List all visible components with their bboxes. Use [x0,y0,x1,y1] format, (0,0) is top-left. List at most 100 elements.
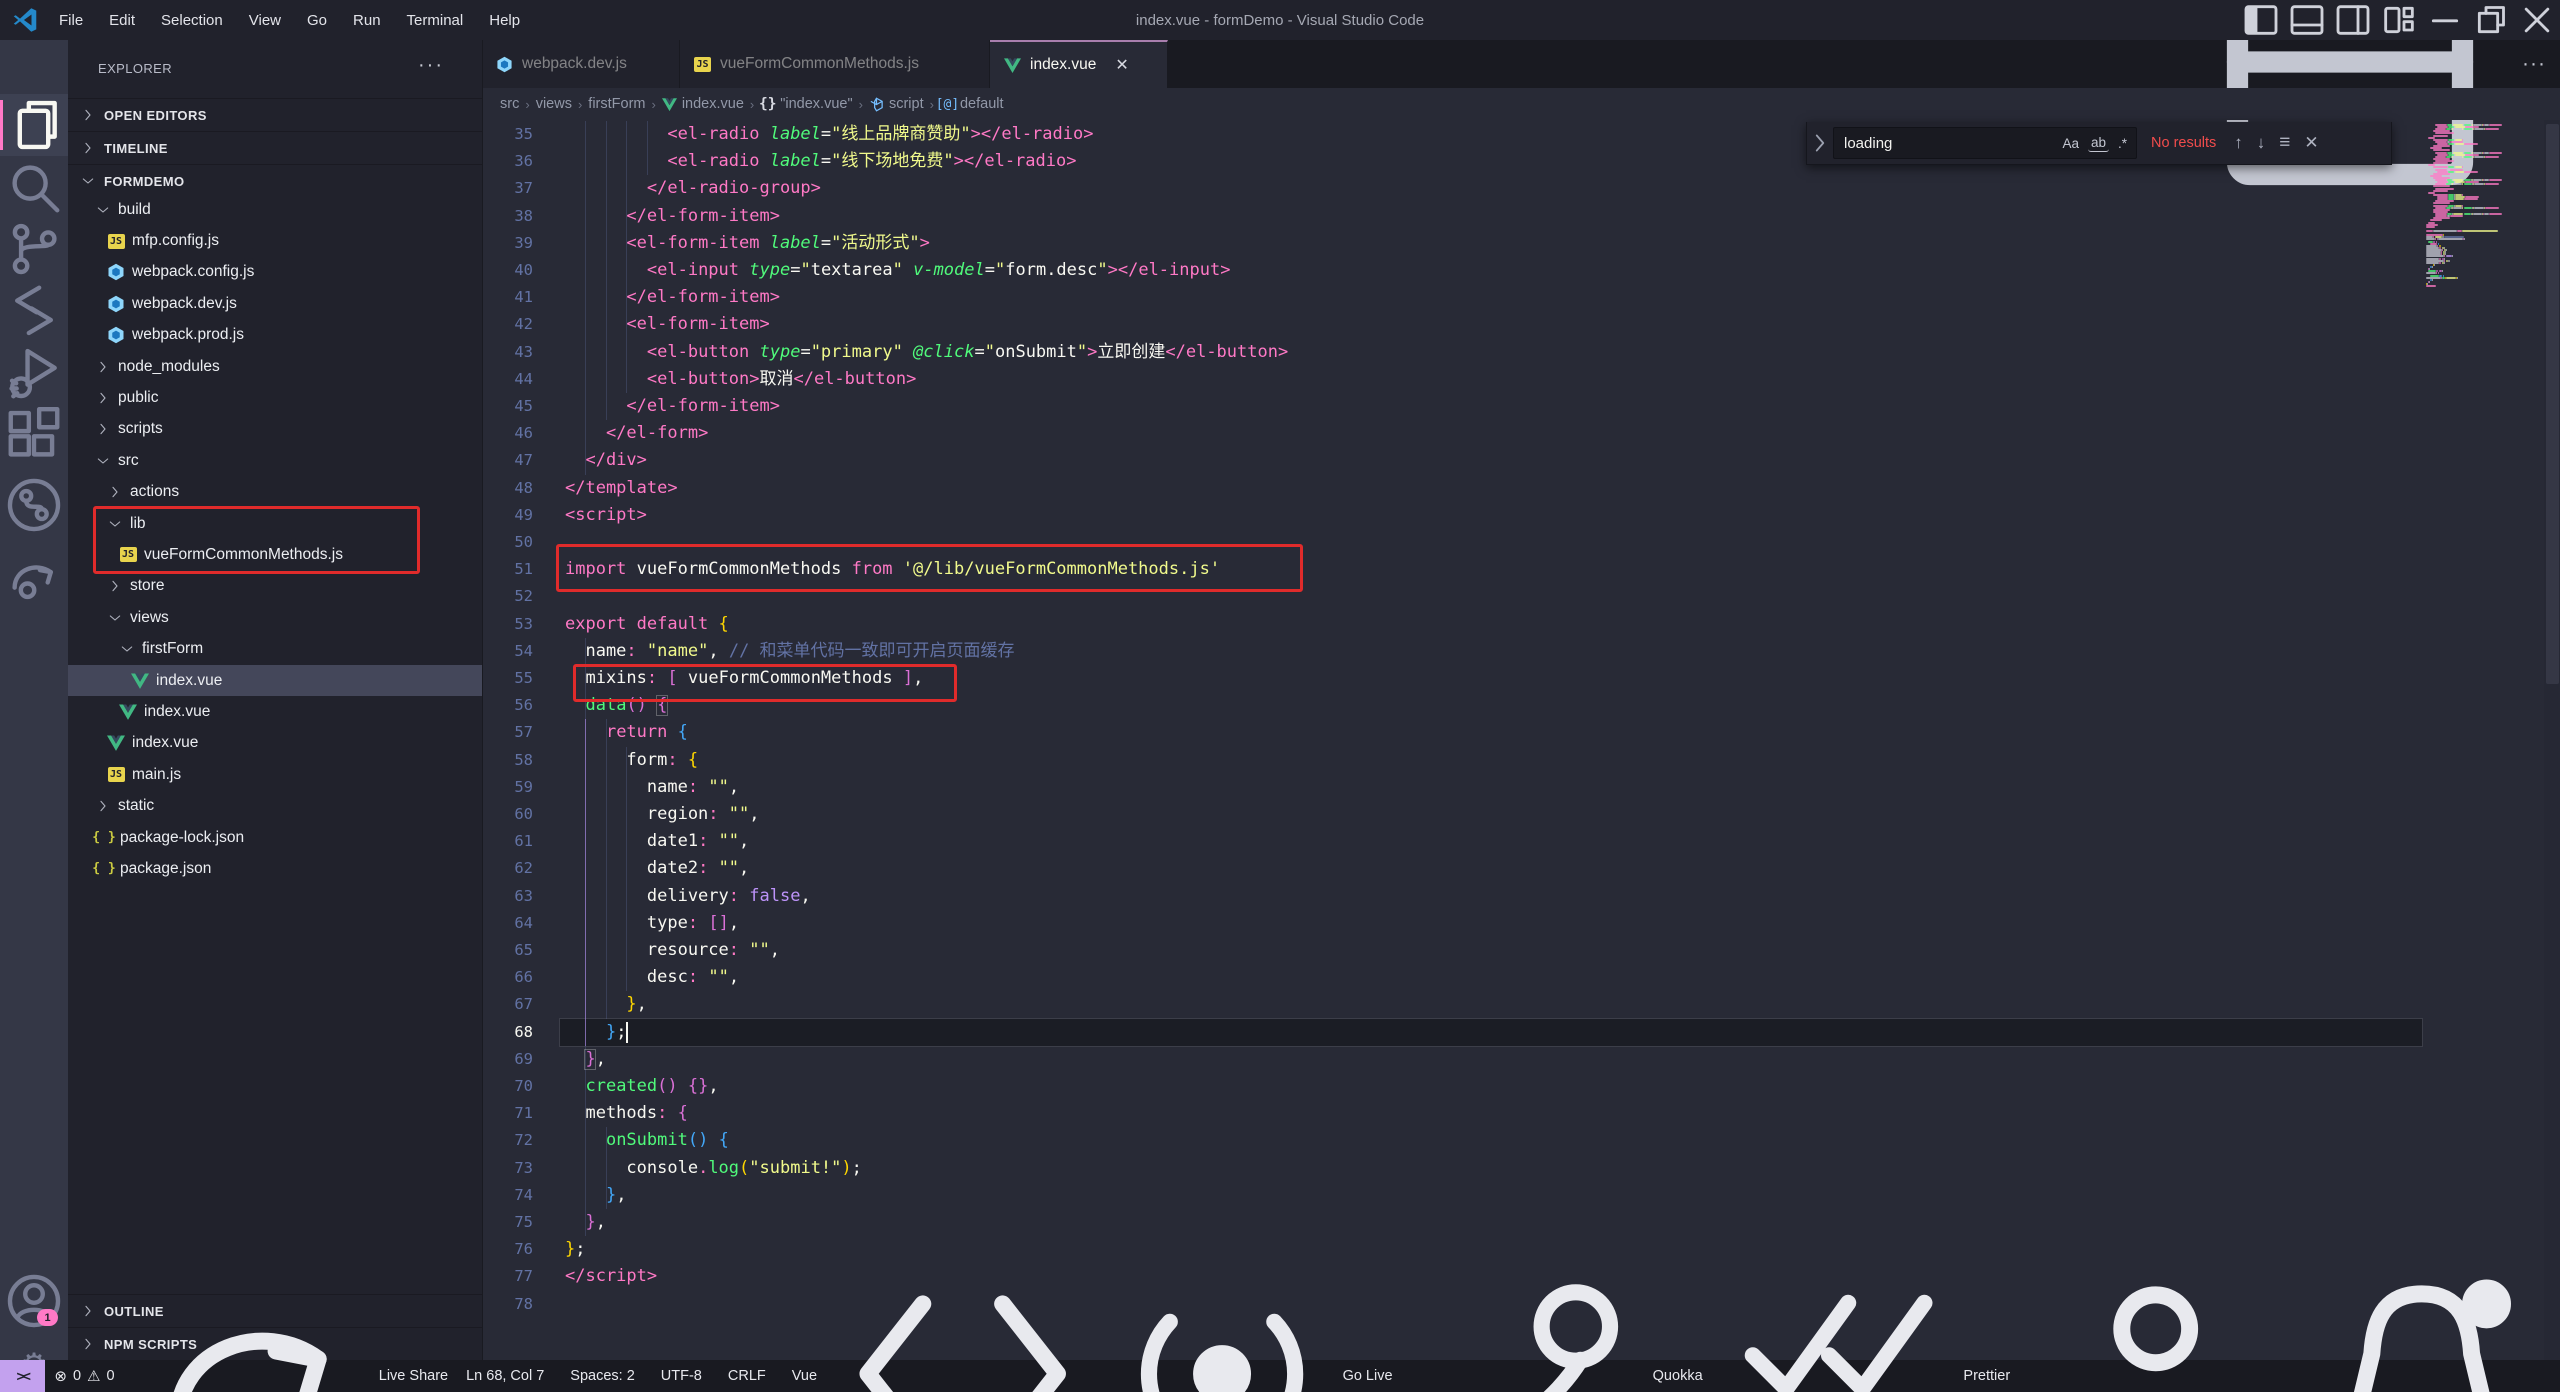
live-share-icon[interactable] [0,545,68,607]
breadcrumb-views[interactable]: views [536,96,572,112]
code-line-74[interactable]: 74 }, [482,1182,2560,1209]
tree-item-index.vue[interactable]: index.vue [68,696,482,727]
scrollbar[interactable] [2544,120,2560,1360]
menu-terminal[interactable]: Terminal [396,8,475,33]
tree-item-webpack.config.js[interactable]: webpack.config.js [68,257,482,288]
code-line-66[interactable]: 66 desc: "", [482,964,2560,991]
code-line-49[interactable]: 49 <script> [482,502,2560,529]
code-line-73[interactable]: 73 console.log("submit!"); [482,1155,2560,1182]
breadcrumb-index.vue[interactable]: index.vue [661,96,744,112]
code-line-54[interactable]: 54 name: "name", // 和菜单代码一致即可开启页面缓存 [482,638,2560,665]
tab-index.vue[interactable]: index.vue ✕ [990,40,1168,88]
code-line-47[interactable]: 47 </div> [482,447,2560,474]
section-formdemo[interactable]: FORMDEMO [68,164,482,197]
tree-item-static[interactable]: static [68,790,482,821]
close-find-icon[interactable]: ✕ [2304,133,2318,153]
tree-item-package-lock.json[interactable]: { } package-lock.json [68,822,482,853]
status-angle-brackets[interactable] [834,1254,1091,1392]
code-line-67[interactable]: 67 }, [482,991,2560,1018]
regex-icon[interactable]: .* [2115,135,2130,152]
tree-item-main.js[interactable]: JS main.js [68,759,482,790]
tree-item-views[interactable]: views [68,602,482,633]
tree-item-public[interactable]: public [68,382,482,413]
whole-word-icon[interactable]: ab [2087,134,2109,152]
toggle-panel-icon[interactable] [2284,0,2330,40]
tree-item-build[interactable]: build [68,194,482,225]
find-input[interactable]: loading Aa ab .* [1833,127,2137,159]
menu-run[interactable]: Run [342,8,392,33]
source-control-icon[interactable] [0,218,68,280]
menu-edit[interactable]: Edit [98,8,146,33]
code-line-39[interactable]: 39 <el-form-item label="活动形式"> [482,230,2560,257]
tree-item-node_modules[interactable]: node_modules [68,351,482,382]
tree-item-package.json[interactable]: { } package.json [68,853,482,884]
code-line-42[interactable]: 42 <el-form-item> [482,311,2560,338]
status-indentation[interactable]: Spaces: 2 [561,1368,644,1384]
tree-item-index.vue[interactable]: index.vue [68,664,482,697]
menu-view[interactable]: View [238,8,292,33]
breadcrumb-firstForm[interactable]: firstForm [588,96,645,112]
code-line-65[interactable]: 65 resource: "", [482,937,2560,964]
status-eol[interactable]: CRLF [719,1368,775,1384]
status-language-mode[interactable]: Vue [783,1368,826,1384]
menu-file[interactable]: File [48,8,94,33]
live-share-status[interactable]: Live Share [124,1254,458,1392]
tree-item-webpack.prod.js[interactable]: webpack.prod.js [68,320,482,351]
problems-indicator[interactable]: ⊗ 0 ⚠ 0 [45,1367,123,1385]
section-timeline[interactable]: TIMELINE [68,131,482,164]
tree-item-firstForm[interactable]: firstForm [68,633,482,664]
tree-item-mfp.config.js[interactable]: JS mfp.config.js [68,225,482,256]
minimap[interactable] [2424,120,2544,1360]
tree-item-src[interactable]: src [68,445,482,476]
code-line-70[interactable]: 70 created() {}, [482,1073,2560,1100]
code-line-58[interactable]: 58 form: { [482,747,2560,774]
more-actions-icon[interactable]: ··· [2522,52,2546,76]
section-open-editors[interactable]: OPEN EDITORS [68,98,482,131]
status-go-live[interactable]: Go Live [1099,1260,1401,1392]
find-next-icon[interactable]: ↓ [2257,133,2266,153]
code-line-72[interactable]: 72 onSubmit() { [482,1127,2560,1154]
menu-selection[interactable]: Selection [150,8,234,33]
code-line-37[interactable]: 37 </el-radio-group> [482,175,2560,202]
tree-item-webpack.dev.js[interactable]: webpack.dev.js [68,288,482,319]
code-editor[interactable]: 35 <el-radio label="线上品牌商赞助"></el-radio>… [482,120,2560,1360]
code-line-48[interactable]: 48 </template> [482,475,2560,502]
code-line-68[interactable]: 68 }; [482,1019,2560,1046]
status-encoding[interactable]: UTF-8 [652,1368,711,1384]
tree-item-scripts[interactable]: scripts [68,414,482,445]
close-button[interactable] [2514,0,2560,40]
search-icon[interactable] [0,156,68,218]
toggle-replace-icon[interactable] [1807,122,1833,164]
tab-vueFormCommonMethods.js[interactable]: JS vueFormCommonMethods.js [680,40,990,88]
status-notifications[interactable] [2293,1254,2550,1392]
breadcrumb-script[interactable]: script [869,96,924,112]
status-prettier[interactable]: Prettier [1720,1260,2020,1392]
code-line-41[interactable]: 41 </el-form-item> [482,284,2560,311]
accounts-icon[interactable]: 1 [0,1270,68,1332]
minimize-button[interactable] [2422,0,2468,40]
breadcrumb-index.vue[interactable]: {} "index.vue" [759,96,853,112]
explorer-icon[interactable] [0,94,68,156]
menu-help[interactable]: Help [478,8,531,33]
restore-button[interactable] [2468,0,2514,40]
code-line-64[interactable]: 64 type: [], [482,910,2560,937]
status-quokka[interactable]: Quokka [1410,1260,1712,1392]
match-case-icon[interactable]: Aa [2059,135,2082,152]
find-in-selection-icon[interactable]: ≡ [2279,132,2290,154]
tree-item-actions[interactable]: actions [68,477,482,508]
breadcrumb-default[interactable]: [@] default [936,96,1004,112]
code-line-45[interactable]: 45 </el-form-item> [482,393,2560,420]
code-line-69[interactable]: 69 }, [482,1046,2560,1073]
git-graph-icon[interactable] [0,474,68,536]
code-line-57[interactable]: 57 return { [482,719,2560,746]
find-previous-icon[interactable]: ↑ [2234,133,2243,153]
code-line-43[interactable]: 43 <el-button type="primary" @click="onS… [482,339,2560,366]
tab-webpack.dev.js[interactable]: webpack.dev.js [482,40,680,88]
code-line-60[interactable]: 60 region: "", [482,801,2560,828]
status-feedback[interactable] [2027,1254,2284,1392]
code-line-53[interactable]: 53 export default { [482,611,2560,638]
close-tab-icon[interactable]: ✕ [1115,55,1128,75]
code-line-40[interactable]: 40 <el-input type="textarea" v-model="fo… [482,257,2560,284]
code-line-61[interactable]: 61 date1: "", [482,828,2560,855]
code-line-63[interactable]: 63 delivery: false, [482,883,2560,910]
